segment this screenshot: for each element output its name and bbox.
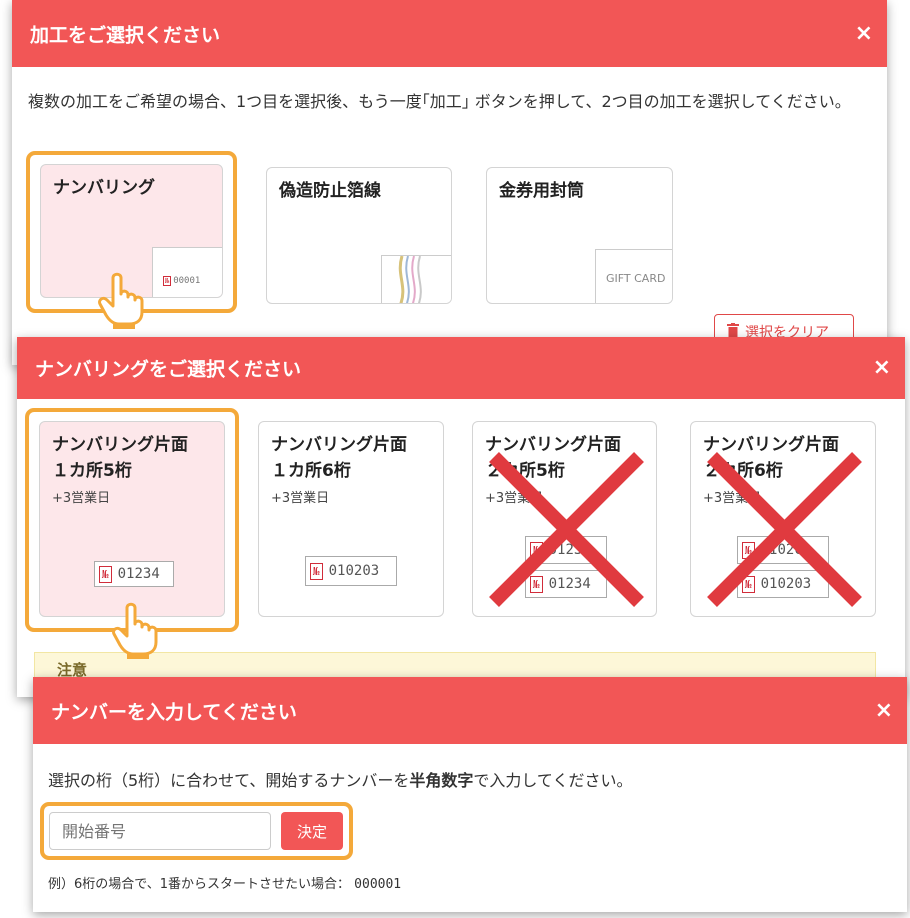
sample-number: 010203 bbox=[328, 563, 380, 579]
dialog-title: 加工をご選択ください bbox=[30, 24, 221, 46]
pointer-hand-icon bbox=[111, 602, 159, 664]
close-icon[interactable]: × bbox=[873, 357, 891, 379]
example-text: 例）6桁の場合で、1番からスタートさせたい場合： 000001 bbox=[48, 873, 401, 892]
option-two-place-6-digit: ナンバリング片面 ２カ所6桁 +3営業日 № 010203 № 010203 bbox=[690, 421, 876, 617]
number-sample: № 01234 bbox=[94, 561, 174, 587]
input-instruction: 選択の桁（5桁）に合わせて、開始するナンバーを半角数字で入力してください。 bbox=[48, 767, 632, 791]
instruction-text-end: で入力してください。 bbox=[473, 771, 633, 790]
option-label: ナンバリング bbox=[53, 178, 155, 198]
option-one-place-6-digit[interactable]: ナンバリング片面 １カ所6桁 +3営業日 № 010203 bbox=[258, 421, 444, 617]
option-lead-time: +3営業日 bbox=[271, 491, 330, 506]
option-two-place-5-digit: ナンバリング片面 ２カ所5桁 +3営業日 № 01234 № 01234 bbox=[472, 421, 657, 617]
numero-mark: № bbox=[99, 565, 112, 583]
start-number-input[interactable] bbox=[49, 812, 271, 850]
instruction-emphasis: 半角数字 bbox=[409, 771, 474, 790]
thumb-number: 00001 bbox=[173, 276, 201, 286]
dialog-title: ナンバーを入力してください bbox=[51, 701, 297, 723]
example-value: 000001 bbox=[354, 877, 402, 892]
numbering-thumbnail: № 00001 bbox=[152, 247, 222, 297]
foil-thumbnail bbox=[381, 255, 451, 303]
dialog-title: ナンバリングをご選択ください bbox=[35, 358, 302, 381]
dialog-header: ナンバリングをご選択ください × bbox=[17, 337, 905, 399]
gift-card-text: GIFT CARD bbox=[606, 272, 666, 285]
close-icon[interactable]: × bbox=[855, 22, 873, 45]
dialog-description: 複数の加工をご希望の場合、1つ目を選択後、もう一度｢加工｣ ボタンを押して、2つ… bbox=[28, 92, 851, 111]
number-input-dialog: ナンバーを入力してください × 選択の桁（5桁）に合わせて、開始するナンバーを半… bbox=[33, 677, 907, 912]
instruction-text: 選択の桁（5桁）に合わせて、開始するナンバーを bbox=[48, 771, 410, 790]
gift-card-thumbnail: GIFT CARD bbox=[595, 249, 672, 303]
option-gift-envelope[interactable]: 金券用封筒 GIFT CARD bbox=[486, 167, 673, 304]
pointer-hand-icon bbox=[97, 272, 145, 334]
close-icon[interactable]: × bbox=[875, 699, 893, 722]
number-sample: № 010203 bbox=[305, 556, 397, 586]
submit-button[interactable]: 決定 bbox=[281, 812, 343, 850]
option-anti-counterfeit-foil[interactable]: 偽造防止箔線 bbox=[266, 167, 452, 304]
sample-number: 01234 bbox=[117, 566, 160, 582]
numero-mark: № bbox=[163, 276, 172, 286]
unavailable-cross-icon bbox=[707, 452, 862, 607]
option-one-place-5-digit[interactable]: ナンバリング片面 １カ所5桁 +3営業日 № 01234 bbox=[39, 421, 225, 617]
option-label: 偽造防止箔線 bbox=[279, 181, 381, 201]
numero-mark: № bbox=[310, 562, 323, 580]
dialog-header: ナンバーを入力してください × bbox=[33, 677, 907, 744]
unavailable-cross-icon bbox=[489, 452, 644, 607]
example-label: 例）6桁の場合で、1番からスタートさせたい場合： bbox=[48, 877, 351, 892]
option-title: ナンバリング片面 １カ所5桁 bbox=[52, 435, 188, 481]
dialog-header: 加工をご選択ください × bbox=[12, 0, 887, 67]
option-label: 金券用封筒 bbox=[499, 181, 584, 201]
option-lead-time: +3営業日 bbox=[52, 491, 111, 506]
option-title: ナンバリング片面 １カ所6桁 bbox=[271, 435, 407, 481]
